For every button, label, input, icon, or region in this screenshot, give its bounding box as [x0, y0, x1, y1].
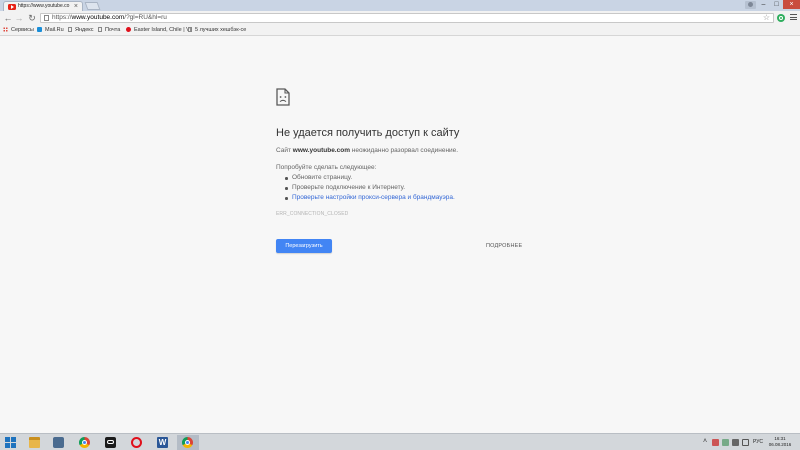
- clock[interactable]: 16:31 06.08.2016: [766, 436, 794, 448]
- reload-button[interactable]: Перезагрузить: [276, 239, 332, 253]
- apps-icon: [3, 27, 8, 32]
- store-icon: [53, 437, 64, 448]
- browser-tab[interactable]: https://www.youtube.co ×: [3, 1, 83, 11]
- forward-button[interactable]: →: [13, 11, 25, 25]
- profile-icon: [748, 2, 753, 7]
- suggestions-list: Обновите страницу. Проверьте подключение…: [276, 173, 455, 203]
- opera-icon: [131, 437, 142, 448]
- bookmark-cashback[interactable]: 5 лучших хешбэк-се: [188, 26, 246, 35]
- taskbar-chrome-active[interactable]: [177, 435, 199, 450]
- details-button[interactable]: ПОДРОБНЕЕ: [486, 242, 522, 250]
- language-indicator[interactable]: РУС: [753, 438, 763, 447]
- tray-overflow-icon[interactable]: ˄: [703, 438, 710, 445]
- tray-notification-icon[interactable]: [742, 439, 749, 446]
- tab-close-icon[interactable]: ×: [74, 2, 78, 11]
- taskbar-file-explorer[interactable]: [24, 435, 46, 450]
- maximize-button[interactable]: □: [769, 0, 784, 9]
- address-bar[interactable]: https://www.youtube.com/?gl=RU&hl=ru ☆: [40, 13, 774, 23]
- error-description: Сайт www.youtube.com неожиданно разорвал…: [276, 147, 459, 154]
- page-title: Не удается получить доступ к сайту: [276, 127, 460, 139]
- error-page: Не удается получить доступ к сайту Сайт …: [0, 36, 800, 433]
- taskbar-word[interactable]: W: [152, 435, 174, 450]
- proxy-settings-link[interactable]: Проверьте настройки прокси-сервера и бра…: [276, 193, 455, 203]
- tray-volume-icon[interactable]: [732, 439, 739, 446]
- camera-app-icon: [105, 437, 116, 448]
- tray-app-icon[interactable]: [712, 439, 719, 446]
- suggestions-heading: Попробуйте сделать следующее:: [276, 164, 377, 171]
- opera-icon: [126, 27, 131, 32]
- page-info-icon[interactable]: [44, 15, 49, 21]
- taskbar-chrome[interactable]: [74, 435, 96, 450]
- page-icon: [98, 27, 102, 32]
- taskbar-store[interactable]: [48, 435, 70, 450]
- new-tab-button[interactable]: [84, 2, 101, 10]
- clock-date: 06.08.2016: [768, 442, 792, 447]
- extension-icon[interactable]: [777, 14, 785, 22]
- tray-network-icon[interactable]: [722, 439, 729, 446]
- youtube-favicon-icon: [8, 4, 16, 10]
- chrome-menu-icon[interactable]: [790, 14, 797, 22]
- chrome-icon: [79, 437, 90, 448]
- start-button[interactable]: [0, 435, 22, 450]
- suggestion-check-connection: Проверьте подключение к Интернету.: [276, 183, 455, 193]
- windows-taskbar: W ˄ РУС 16:31 06.08.2016: [0, 433, 800, 450]
- bookmarks-bar: Сервисы Mail.Ru Яндекс Почта Easter Isla…: [0, 25, 800, 36]
- sad-page-icon: [276, 88, 290, 106]
- word-icon: W: [157, 437, 168, 448]
- windows-logo-icon: [5, 437, 16, 448]
- file-explorer-icon: [29, 437, 40, 448]
- page-icon: [68, 27, 72, 32]
- close-window-button[interactable]: ×: [783, 0, 800, 9]
- mailru-icon: [37, 27, 42, 32]
- page-icon: [188, 27, 192, 32]
- chrome-icon: [182, 437, 193, 448]
- profile-button[interactable]: [745, 1, 756, 9]
- tab-strip: https://www.youtube.co × – □ ×: [0, 0, 800, 11]
- bookmark-star-icon[interactable]: ☆: [763, 13, 770, 23]
- reload-icon[interactable]: ↻: [26, 11, 38, 25]
- bookmark-services[interactable]: Сервисы: [3, 26, 34, 35]
- taskbar-opera[interactable]: [126, 435, 148, 450]
- address-url[interactable]: https://www.youtube.com/?gl=RU&hl=ru: [52, 14, 167, 22]
- bookmark-yandex[interactable]: Яндекс: [68, 26, 94, 35]
- bookmark-easter-island[interactable]: Easter Island, Chile | Vi: [126, 26, 191, 35]
- taskbar-camera-app[interactable]: [100, 435, 122, 450]
- browser-toolbar: ← → ↻ https://www.youtube.com/?gl=RU&hl=…: [0, 11, 800, 25]
- error-code: ERR_CONNECTION_CLOSED: [276, 211, 349, 217]
- bookmark-mailru[interactable]: Mail.Ru: [37, 26, 64, 35]
- suggestion-reload: Обновите страницу.: [276, 173, 455, 183]
- bookmark-mail[interactable]: Почта: [98, 26, 120, 35]
- tab-title: https://www.youtube.co: [18, 3, 70, 9]
